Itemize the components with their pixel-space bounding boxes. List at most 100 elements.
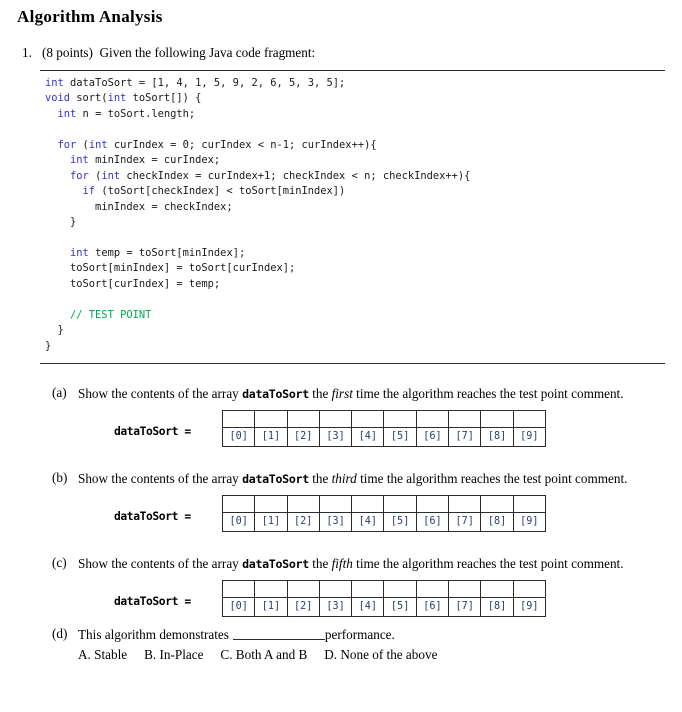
array-cell[interactable] [254, 409, 288, 428]
array-index: [3] [318, 596, 353, 617]
array-cell[interactable] [383, 494, 417, 513]
array-index: [7] [448, 511, 482, 532]
array-cell[interactable] [383, 409, 417, 428]
array-cell[interactable] [512, 409, 546, 428]
part-b-value-row[interactable] [221, 494, 546, 513]
problem-number: 1. [22, 45, 32, 60]
page-title: Algorithm Analysis [17, 7, 163, 26]
array-cell[interactable] [318, 409, 353, 428]
part-a-label: (a) [52, 385, 67, 400]
choice-d[interactable]: D. None of the above [324, 647, 437, 662]
problem-statement: 1. (8 points) Given the following Java co… [22, 45, 662, 61]
array-cell[interactable] [221, 579, 256, 598]
part-c-text-after: time the algorithm reaches the test poin… [352, 556, 624, 571]
part-a-array-table[interactable]: [0] [1] [2] [3] [4] [5] [6] [7] [8] [9] [221, 409, 546, 448]
array-index: [1] [254, 426, 288, 447]
part-c-text-mid: the [308, 556, 332, 571]
array-index: [1] [254, 596, 288, 617]
array-cell[interactable] [286, 494, 320, 513]
part-a-value-row[interactable] [221, 409, 546, 428]
part-d-text-before: This algorithm demonstrates [78, 627, 229, 642]
part-c-body: Show the contents of the array dataToSor… [78, 555, 677, 617]
array-index: [4] [351, 511, 385, 532]
part-c-value-row[interactable] [221, 579, 546, 598]
code-block: int dataToSort = [1, 4, 1, 5, 9, 2, 6, 5… [40, 70, 665, 354]
part-a-ordinal: first [331, 386, 353, 401]
part-c-label: (c) [52, 555, 67, 570]
choice-b[interactable]: B. In-Place [144, 647, 203, 662]
problem-points: (8 points) [42, 45, 93, 60]
part-d-text-after: performance. [324, 627, 395, 642]
array-cell[interactable] [221, 494, 256, 513]
array-cell[interactable] [351, 494, 385, 513]
array-index: [3] [318, 426, 353, 447]
array-index: [5] [383, 426, 417, 447]
part-c-array-var: dataToSort [242, 557, 309, 571]
question-part-b: (b) Show the contents of the array dataT… [52, 470, 677, 532]
question-part-d: (d) This algorithm demonstrates performan… [52, 626, 677, 663]
part-b-array-table[interactable]: [0] [1] [2] [3] [4] [5] [6] [7] [8] [9] [221, 494, 546, 533]
array-index: [2] [286, 426, 320, 447]
array-cell[interactable] [254, 579, 288, 598]
part-a-index-row: [0] [1] [2] [3] [4] [5] [6] [7] [8] [9] [221, 426, 546, 447]
array-cell[interactable] [512, 579, 546, 598]
part-b-array-var: dataToSort [242, 472, 309, 486]
array-cell[interactable] [448, 409, 482, 428]
part-b-array-diagram: dataToSort = [0] [1] [2] [3] [4] [5] [6]… [114, 494, 677, 532]
part-d-choices: A. Stable B. In-Place C. Both A and B D. No… [78, 647, 677, 663]
array-cell[interactable] [512, 494, 546, 513]
part-c-array-table[interactable]: [0] [1] [2] [3] [4] [5] [6] [7] [8] [9] [221, 579, 546, 618]
array-cell[interactable] [480, 579, 514, 598]
array-index: [1] [254, 511, 288, 532]
array-index: [5] [383, 511, 417, 532]
array-cell[interactable] [448, 494, 482, 513]
array-cell[interactable] [448, 579, 482, 598]
array-index: [6] [415, 511, 450, 532]
part-b-ordinal: third [331, 471, 357, 486]
array-cell[interactable] [383, 579, 417, 598]
array-cell[interactable] [415, 494, 450, 513]
array-cell[interactable] [351, 409, 385, 428]
array-cell[interactable] [254, 494, 288, 513]
array-cell[interactable] [286, 409, 320, 428]
choice-a[interactable]: A. Stable [78, 647, 127, 662]
array-index: [8] [480, 596, 514, 617]
array-cell[interactable] [480, 409, 514, 428]
part-b-body: Show the contents of the array dataToSor… [78, 470, 677, 532]
array-cell[interactable] [221, 409, 256, 428]
array-index: [8] [480, 511, 514, 532]
problem-prompt: Given the following Java code fragment: [99, 45, 316, 60]
part-a-array-diagram: dataToSort = [0] [1] [2] [3] [4] [5] [6]… [114, 409, 677, 447]
array-cell[interactable] [415, 579, 450, 598]
array-cell[interactable] [286, 579, 320, 598]
array-index: [4] [351, 426, 385, 447]
array-index: [0] [221, 426, 256, 447]
part-c-text-before: Show the contents of the array [78, 556, 243, 571]
array-cell[interactable] [415, 409, 450, 428]
part-c-array-label: dataToSort = [114, 594, 191, 608]
array-index: [0] [221, 511, 256, 532]
array-cell[interactable] [318, 579, 353, 598]
array-index: [0] [221, 596, 256, 617]
array-index: [4] [351, 596, 385, 617]
question-part-c: (c) Show the contents of the array dataT… [52, 555, 677, 617]
fill-in-blank[interactable] [232, 628, 325, 640]
array-index: [6] [415, 426, 450, 447]
problem-line: 1. (8 points) Given the following Java co… [22, 45, 662, 61]
question-part-a: (a) Show the contents of the array dataT… [52, 385, 677, 447]
array-index: [2] [286, 511, 320, 532]
array-index: [5] [383, 596, 417, 617]
part-c-array-diagram: dataToSort = [0] [1] [2] [3] [4] [5] [6]… [114, 579, 677, 617]
array-index: [9] [512, 511, 546, 532]
part-a-array-var: dataToSort [242, 387, 309, 401]
array-cell[interactable] [480, 494, 514, 513]
code-listing: int dataToSort = [1, 4, 1, 5, 9, 2, 6, 5… [45, 77, 471, 352]
array-cell[interactable] [351, 579, 385, 598]
choice-c[interactable]: C. Both A and B [220, 647, 307, 662]
array-index: [9] [512, 426, 546, 447]
part-b-array-label: dataToSort = [114, 509, 191, 523]
part-a-text-before: Show the contents of the array [78, 386, 243, 401]
code-bottom-rule [40, 363, 665, 364]
part-d-label: (d) [52, 626, 68, 641]
array-cell[interactable] [318, 494, 353, 513]
